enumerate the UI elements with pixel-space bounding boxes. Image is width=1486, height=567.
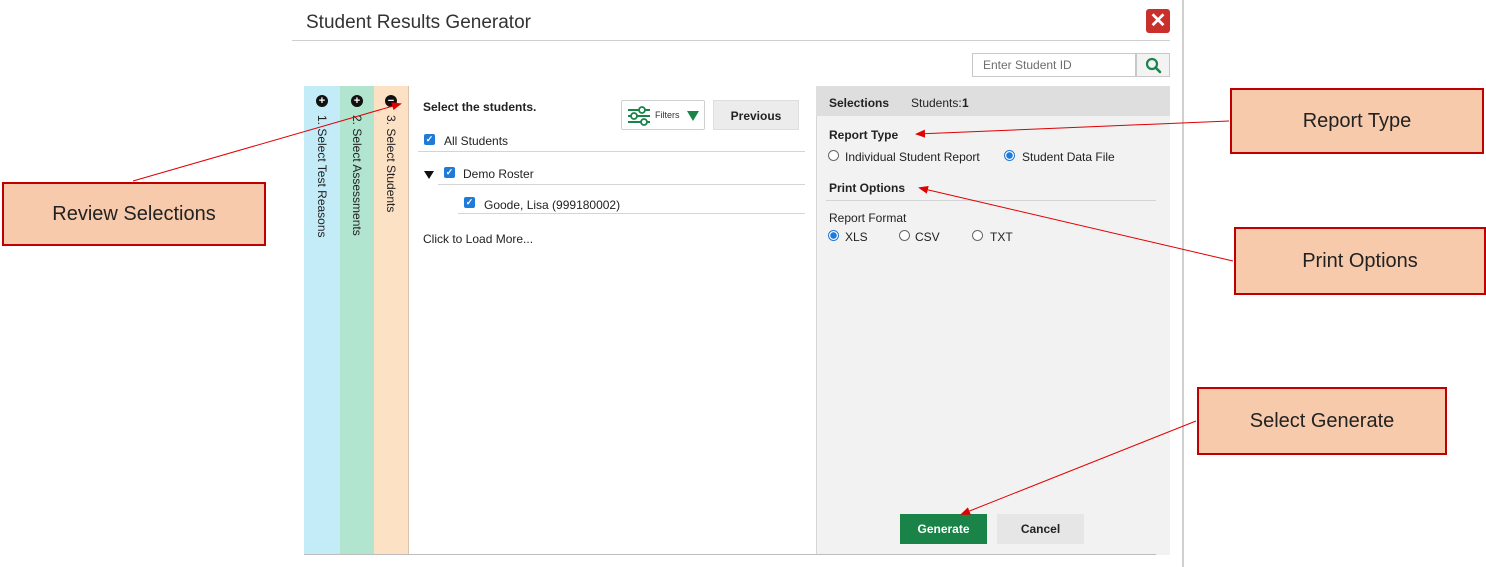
- arrow-select-generate: [960, 420, 1197, 515]
- arrow-review-selections: [132, 102, 402, 182]
- arrow-print-options: [918, 185, 1234, 262]
- arrow-report-type: [915, 120, 1230, 138]
- annotation-arrows: [132, 102, 1234, 515]
